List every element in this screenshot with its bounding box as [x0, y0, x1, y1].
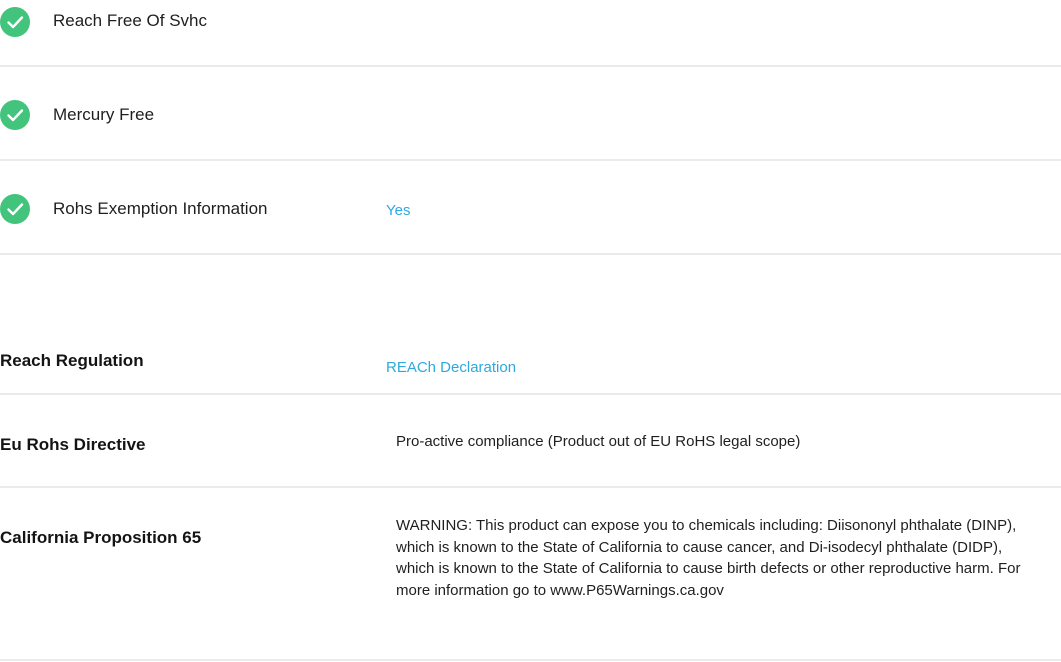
check-label: Reach Free Of Svhc	[53, 11, 208, 30]
divider	[0, 253, 1061, 255]
regulation-value: Pro-active compliance (Product out of EU…	[396, 433, 801, 450]
divider	[0, 393, 1061, 395]
compliance-check-mercury-free: Mercury Free	[0, 96, 1061, 156]
check-circle-icon	[0, 194, 30, 224]
regulation-label: Eu Rohs Directive	[0, 435, 146, 454]
reach-declaration-link[interactable]: REACh Declaration	[386, 358, 516, 378]
rohs-exemption-value-link[interactable]: Yes	[386, 201, 410, 221]
compliance-check-rohs-exemption: Rohs Exemption Information Yes	[0, 190, 1061, 250]
check-circle-icon	[0, 7, 30, 37]
divider	[0, 659, 1061, 661]
check-label: Mercury Free	[53, 105, 155, 124]
check-label: Rohs Exemption Information	[53, 199, 268, 218]
regulation-label: Reach Regulation	[0, 351, 144, 370]
divider	[0, 65, 1061, 67]
prop65-warning-text: WARNING: This product can expose you to …	[396, 517, 1021, 599]
regulation-label: California Proposition 65	[0, 528, 202, 547]
divider	[0, 159, 1061, 161]
divider	[0, 486, 1061, 488]
check-circle-icon	[0, 100, 30, 130]
compliance-check-reach-free: Reach Free Of Svhc	[0, 0, 1061, 60]
